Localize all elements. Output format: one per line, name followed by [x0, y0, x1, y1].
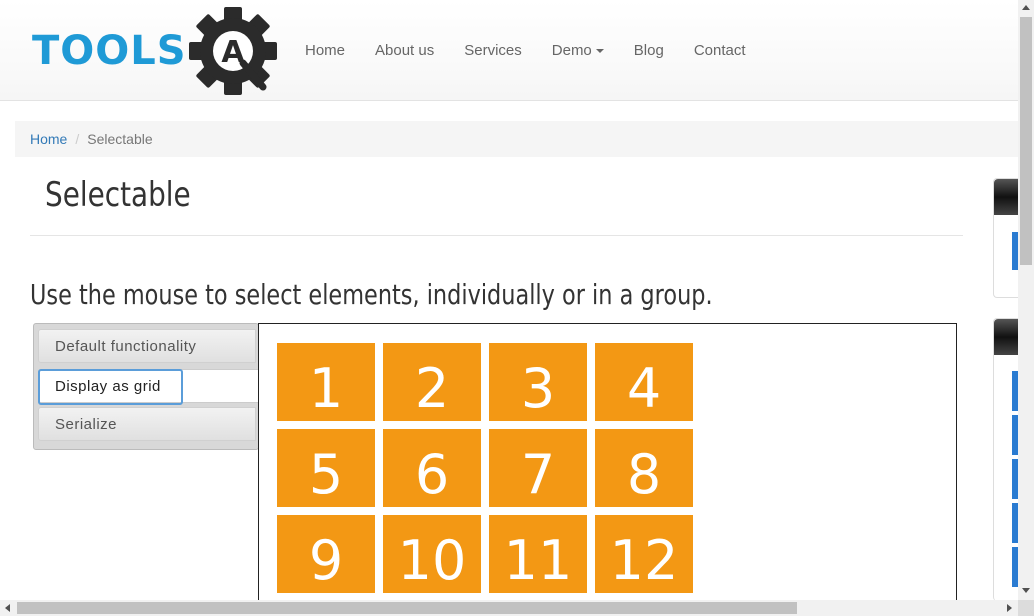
grid-item-5[interactable]: 5 — [277, 429, 375, 507]
horizontal-scroll-thumb[interactable] — [17, 602, 797, 614]
nav-home[interactable]: Home — [290, 42, 360, 59]
grid-item-4[interactable]: 4 — [595, 343, 693, 421]
tab-label: Display as grid — [55, 378, 161, 395]
tab-display-as-grid[interactable]: Display as grid — [38, 369, 258, 405]
caret-down-icon — [595, 48, 604, 53]
tab-serialize[interactable]: Serialize — [38, 407, 256, 441]
grid-item-1[interactable]: 1 — [277, 343, 375, 421]
page-title: Selectable — [45, 175, 191, 215]
tab-default-functionality[interactable]: Default functionality — [38, 329, 256, 363]
sidebar-widget — [993, 318, 1019, 601]
nav-services[interactable]: Services — [449, 42, 537, 59]
grid-item-9[interactable]: 9 — [277, 515, 375, 593]
breadcrumb-current: Selectable — [87, 131, 153, 147]
tab-label: Serialize — [55, 416, 118, 433]
grid-item-11[interactable]: 11 — [489, 515, 587, 593]
main-nav: Home About us Services Demo Blog Contact — [290, 0, 761, 100]
nav-demo-label: Demo — [551, 41, 592, 59]
breadcrumb-separator: / — [75, 131, 80, 147]
tab-label: Default functionality — [55, 338, 197, 355]
sidebar-widget — [993, 178, 1019, 298]
grid-item-6[interactable]: 6 — [383, 429, 481, 507]
logo-text: TOOLS — [32, 28, 187, 74]
grid-item-12[interactable]: 12 — [595, 515, 693, 593]
nav-contact[interactable]: Contact — [679, 42, 761, 59]
gear-logo-icon: A — [189, 7, 277, 95]
widget-header-bar — [994, 319, 1019, 355]
grid-item-8[interactable]: 8 — [595, 429, 693, 507]
site-header: TOOLS A Home About us Services Demo Blog — [0, 0, 1018, 101]
breadcrumb-home-link[interactable]: Home — [30, 131, 67, 147]
grid-item-3[interactable]: 3 — [489, 343, 587, 421]
page-subtitle: Use the mouse to select elements, indivi… — [30, 278, 713, 311]
grid-item-7[interactable]: 7 — [489, 429, 587, 507]
scrollbar-corner — [1018, 600, 1034, 616]
demo-tabs: Default functionality Display as grid Se… — [33, 323, 259, 450]
scroll-down-icon[interactable] — [1022, 588, 1030, 593]
scroll-up-icon[interactable] — [1022, 5, 1030, 10]
gear-letter: A — [221, 35, 245, 70]
title-divider — [30, 235, 963, 236]
scroll-right-icon[interactable] — [1007, 604, 1012, 612]
demo-frame: 1 2 3 4 5 6 7 8 9 10 11 12 — [258, 323, 957, 614]
site-logo[interactable]: TOOLS A — [30, 6, 280, 96]
grid-item-2[interactable]: 2 — [383, 343, 481, 421]
nav-about-us[interactable]: About us — [360, 42, 449, 59]
vertical-scroll-thumb[interactable] — [1020, 17, 1032, 265]
nav-demo[interactable]: Demo — [537, 42, 619, 59]
widget-header-bar — [994, 179, 1019, 215]
scroll-left-icon[interactable] — [5, 604, 10, 612]
breadcrumb: Home / Selectable — [15, 121, 1018, 157]
grid-item-10[interactable]: 10 — [383, 515, 481, 593]
nav-blog[interactable]: Blog — [619, 42, 679, 59]
